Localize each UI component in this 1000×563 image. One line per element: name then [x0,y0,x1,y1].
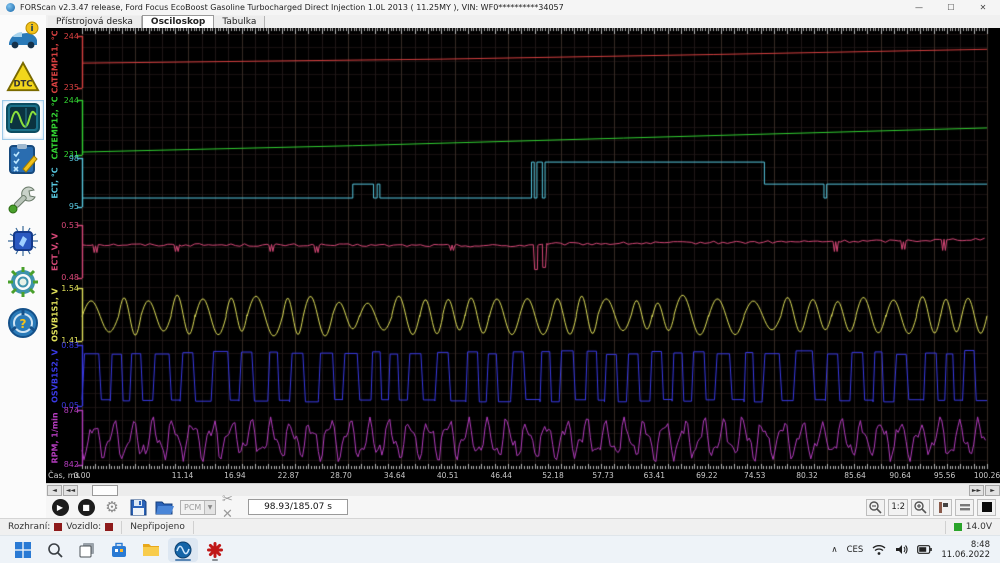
marker-button[interactable] [933,498,952,516]
taskbar-search-button[interactable] [40,538,70,562]
interface-status-led [54,523,63,531]
tray-time: 8:48 [970,539,990,550]
stop-button[interactable]: ■ [76,498,96,516]
dtc-icon: DTC [6,60,40,97]
system-tray: ∧ CES 8:48 11.06.2022 [831,540,1000,560]
status-voltage: 14.0V [944,520,1000,534]
settings-icon [7,266,39,302]
file-explorer-button[interactable] [136,538,166,562]
equal-lines-icon [959,504,970,511]
time-display: 98.93/185.07 s [248,499,348,515]
task-view-button[interactable] [72,538,102,562]
svg-text:?: ? [20,317,27,331]
service-icon [7,184,39,220]
scope-settings-button[interactable]: ⚙ [102,498,122,516]
tab-tabulka[interactable]: Tabulka [214,16,266,28]
sidebar-item-oscilloscope[interactable] [2,100,44,140]
svg-text:DTC: DTC [13,78,32,88]
taskbar: ∧ CES 8:48 11.06.2022 [0,535,1000,563]
lines-button[interactable] [955,498,974,516]
task-view-icon [79,542,94,557]
voltage-value: 14.0V [965,522,992,532]
configuration-icon [7,225,39,261]
zoom-out-button[interactable] [866,498,886,516]
horizontal-scrollbar[interactable]: ◄ ◄◄ ►► ► [46,483,1000,496]
oscilloscope-icon [6,103,40,137]
save-button[interactable] [128,498,148,516]
close-button[interactable]: ✕ [978,3,988,12]
help-icon: ? [7,307,39,343]
sidebar: i DTC ? [0,15,46,518]
chevron-down-icon: ▼ [204,500,215,514]
zoom-ratio-label: 1:2 [888,498,908,516]
sidebar-item-settings[interactable] [2,264,44,304]
tab-pristrojova-deska[interactable]: Přístrojová deska [48,16,142,28]
titlebar: FORScan v2.3.47 release, Ford Focus EcoB… [0,0,1000,15]
tray-date: 11.06.2022 [941,549,990,560]
folder-icon [143,544,159,556]
open-button[interactable] [154,498,174,516]
oscilloscope-plot[interactable]: CATEMP11, °C 244 235 CATEMP12, °C 244 231 ECT,… [46,28,1000,483]
red-app-icon [207,541,223,558]
forscan-app-icon [6,3,15,12]
module-select[interactable]: PCM ▼ [180,499,216,515]
zoom-in-button[interactable] [911,498,930,516]
start-button[interactable] [8,538,38,562]
wifi-icon[interactable] [872,544,886,555]
taskbar-app2-button[interactable] [200,538,230,562]
scroll-right-fast-button[interactable]: ►► [969,484,984,496]
window-title: FORScan v2.3.47 release, Ford Focus EcoB… [20,3,564,12]
black-square-icon [981,502,992,512]
tab-strip: Přístrojová deska Osciloskop Tabulka [46,15,1000,28]
vehicle-info-icon: i [6,21,40,55]
forscan-taskbar-icon [174,541,192,558]
background-color-button[interactable] [977,498,996,516]
store-button[interactable] [104,538,134,562]
sidebar-item-service[interactable] [2,182,44,222]
maximize-button[interactable]: ☐ [946,3,956,12]
screen: FORScan v2.3.47 release, Ford Focus EcoB… [0,0,1000,563]
scope-toolbar: ▶ ■ ⚙ PCM ▼ ✂✕ 98.93/185.07 s 1:2 [46,492,1000,522]
scroll-right-button[interactable]: ► [985,484,1000,496]
taskbar-clock[interactable]: 8:48 11.06.2022 [941,540,990,560]
speaker-icon[interactable] [895,544,908,555]
interface-label: Rozhraní: [8,522,51,532]
store-icon [112,542,126,557]
marker-icon [938,501,948,513]
scroll-left-button[interactable]: ◄ [47,484,62,496]
voltage-status-led [953,523,962,531]
gear-icon: ⚙ [105,497,119,516]
sidebar-item-tests[interactable] [2,141,44,181]
save-icon [130,499,146,515]
status-connection: Nepřipojeno [122,520,194,534]
clear-record-button[interactable]: ✂✕ [222,492,242,522]
tray-language[interactable]: CES [847,545,864,555]
tab-osciloskop[interactable]: Osciloskop [141,15,215,28]
sidebar-item-dtc[interactable]: DTC [2,59,44,99]
scroll-thumb[interactable] [92,484,118,496]
connection-status: Nepřipojeno [130,522,185,532]
play-button[interactable]: ▶ [50,498,70,516]
battery-icon[interactable] [917,545,933,554]
open-folder-icon [155,501,174,515]
scroll-left-fast-button[interactable]: ◄◄ [63,484,78,496]
tray-chevron-icon[interactable]: ∧ [831,545,837,555]
oscilloscope-canvas[interactable] [46,28,1000,483]
zoom-out-icon [869,500,882,514]
sidebar-item-help[interactable]: ? [2,305,44,345]
sidebar-item-vehicle-info[interactable]: i [2,18,44,58]
zoom-in-icon [914,500,927,514]
svg-text:i: i [30,24,33,34]
taskbar-forscan-button[interactable] [168,537,198,562]
search-icon [48,542,63,558]
vehicle-label: Vozidlo: [66,522,102,532]
statusbar: Rozhraní: Vozidlo: Nepřipojeno 14.0V [0,518,1000,535]
vehicle-status-led [105,523,114,531]
sidebar-item-configuration[interactable] [2,223,44,263]
minimize-button[interactable]: — [914,3,924,12]
status-interface: Rozhraní: Vozidlo: [0,520,123,534]
tests-icon [7,143,39,179]
windows-logo-icon [15,541,31,558]
